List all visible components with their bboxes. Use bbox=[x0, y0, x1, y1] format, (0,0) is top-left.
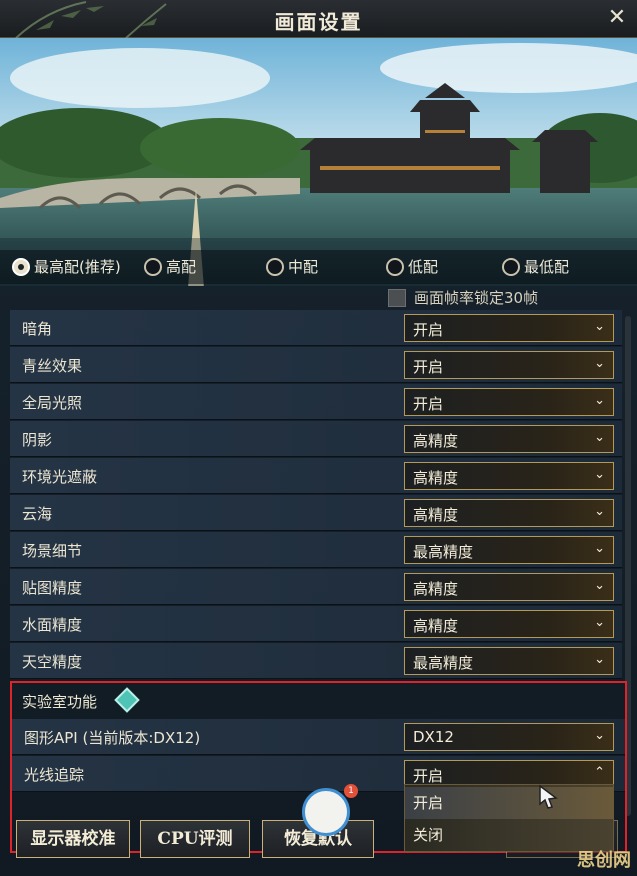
setting-row-graphics-api: 图形API (当前版本:DX12) DX12 ⌄ bbox=[12, 719, 625, 755]
setting-label: 贴图精度 bbox=[22, 579, 83, 597]
dropdown-value: 高精度 bbox=[413, 469, 459, 487]
teacup-icon[interactable] bbox=[302, 788, 350, 836]
setting-label: 云海 bbox=[22, 505, 53, 523]
chevron-down-icon: ⌄ bbox=[594, 467, 605, 482]
fps-lock-label: 画面帧率锁定30帧 bbox=[414, 289, 539, 307]
dropdown-value: DX12 bbox=[413, 728, 454, 746]
setting-row-vignette: 暗角 开启 ⌄ bbox=[10, 310, 622, 346]
close-button[interactable]: ✕ bbox=[605, 6, 629, 30]
close-icon: ✕ bbox=[607, 5, 627, 30]
radio-icon bbox=[144, 257, 162, 276]
dropdown-value: 开启 bbox=[413, 358, 444, 376]
title-bar: 画面设置 ✕ bbox=[0, 0, 637, 38]
ray-tracing-menu: 开启 关闭 bbox=[404, 784, 614, 852]
notification-badge: 1 bbox=[344, 784, 358, 798]
display-calibrate-button[interactable]: 显示器校准 bbox=[16, 820, 130, 858]
chevron-down-icon: ⌄ bbox=[594, 504, 605, 519]
dropdown-value: 最高精度 bbox=[413, 543, 474, 561]
setting-dropdown[interactable]: 高精度 ⌄ bbox=[404, 610, 614, 638]
lab-header: 实验室功能 bbox=[12, 683, 625, 719]
setting-dropdown[interactable]: 高精度 ⌄ bbox=[404, 425, 614, 453]
chevron-up-icon: ⌃ bbox=[594, 765, 605, 780]
setting-row-hair: 青丝效果 开启 ⌄ bbox=[10, 347, 622, 383]
chevron-down-icon: ⌄ bbox=[594, 541, 605, 556]
chevron-down-icon: ⌄ bbox=[594, 652, 605, 667]
chevron-down-icon: ⌄ bbox=[594, 356, 605, 371]
setting-dropdown[interactable]: 开启 ⌄ bbox=[404, 388, 614, 416]
dropdown-value: 高精度 bbox=[413, 506, 459, 524]
setting-dropdown[interactable]: 最高精度 ⌄ bbox=[404, 647, 614, 675]
setting-label: 场景细节 bbox=[22, 542, 83, 560]
setting-row-texture: 贴图精度 高精度 ⌄ bbox=[10, 569, 622, 605]
fps-lock-checkbox[interactable] bbox=[388, 288, 406, 307]
preset-label: 高配 bbox=[166, 258, 197, 276]
quality-presets: 最高配(推荐) 高配 中配 低配 最低配 bbox=[0, 250, 637, 284]
scene-preview-image bbox=[0, 38, 637, 286]
preset-label: 最高配(推荐) bbox=[34, 258, 121, 276]
radio-selected-icon bbox=[12, 257, 30, 276]
dropdown-value: 最高精度 bbox=[413, 654, 474, 672]
setting-dropdown[interactable]: 开启 ⌄ bbox=[404, 314, 614, 342]
chevron-down-icon: ⌄ bbox=[594, 578, 605, 593]
dropdown-value: 开启 bbox=[413, 321, 444, 339]
setting-dropdown[interactable]: DX12 ⌄ bbox=[404, 723, 614, 751]
radio-icon bbox=[386, 257, 404, 276]
chevron-down-icon: ⌄ bbox=[594, 319, 605, 334]
setting-row-scene-detail: 场景细节 最高精度 ⌄ bbox=[10, 532, 622, 568]
setting-label: 水面精度 bbox=[22, 616, 83, 634]
chevron-down-icon: ⌄ bbox=[594, 393, 605, 408]
setting-row-water: 水面精度 高精度 ⌄ bbox=[10, 606, 622, 642]
radio-icon bbox=[266, 257, 284, 276]
setting-dropdown[interactable]: 开启 ⌄ bbox=[404, 351, 614, 379]
preset-label: 低配 bbox=[408, 258, 439, 276]
dropdown-value: 开启 bbox=[413, 395, 444, 413]
fps-lock-toggle[interactable]: 画面帧率锁定30帧 bbox=[388, 287, 538, 308]
setting-dropdown[interactable]: 高精度 ⌄ bbox=[404, 462, 614, 490]
setting-row-shadow: 阴影 高精度 ⌄ bbox=[10, 421, 622, 457]
settings-list: 暗角 开启 ⌄ 青丝效果 开启 ⌄ 全局光照 开启 ⌄ 阴影 高精度 ⌄ 环境光… bbox=[0, 308, 637, 680]
chevron-down-icon: ⌄ bbox=[594, 728, 605, 743]
cursor-icon bbox=[539, 784, 558, 809]
setting-dropdown[interactable]: 高精度 ⌄ bbox=[404, 573, 614, 601]
setting-label: 阴影 bbox=[22, 431, 53, 449]
settings-window: 画面设置 ✕ 最高配(推荐) 高配 中配 低配 最低配 画面帧率锁定30帧 暗角… bbox=[0, 0, 637, 876]
preset-lowest[interactable]: 最低配 bbox=[502, 256, 569, 277]
preset-label: 最低配 bbox=[524, 258, 570, 276]
preset-low[interactable]: 低配 bbox=[386, 256, 438, 277]
setting-row-ambient-occlusion: 环境光遮蔽 高精度 ⌄ bbox=[10, 458, 622, 494]
setting-label: 环境光遮蔽 bbox=[22, 468, 98, 486]
dropdown-value: 开启 bbox=[413, 767, 444, 785]
watermark: 思创网 bbox=[577, 850, 631, 871]
dropdown-value: 高精度 bbox=[413, 432, 459, 450]
setting-dropdown[interactable]: 高精度 ⌄ bbox=[404, 499, 614, 527]
chevron-down-icon: ⌄ bbox=[594, 430, 605, 445]
radio-icon bbox=[502, 257, 520, 276]
preset-high[interactable]: 高配 bbox=[144, 256, 196, 277]
setting-row-global-illumination: 全局光照 开启 ⌄ bbox=[10, 384, 622, 420]
menu-option-on[interactable]: 开启 bbox=[405, 787, 613, 819]
chevron-down-icon: ⌄ bbox=[594, 615, 605, 630]
setting-label: 天空精度 bbox=[22, 653, 83, 671]
cpu-test-button[interactable]: CPU评测 bbox=[140, 820, 250, 858]
setting-label: 暗角 bbox=[22, 320, 53, 338]
preset-highest[interactable]: 最高配(推荐) bbox=[12, 256, 121, 277]
dropdown-value: 高精度 bbox=[413, 580, 459, 598]
setting-dropdown[interactable]: 最高精度 ⌄ bbox=[404, 536, 614, 564]
diamond-icon bbox=[114, 687, 140, 713]
setting-label: 全局光照 bbox=[22, 394, 83, 412]
setting-label: 青丝效果 bbox=[22, 357, 83, 375]
setting-label: 图形API (当前版本:DX12) bbox=[24, 729, 201, 747]
setting-row-sky: 天空精度 最高精度 ⌄ bbox=[10, 643, 622, 679]
setting-label: 光线追踪 bbox=[24, 766, 85, 784]
setting-row-cloud-sea: 云海 高精度 ⌄ bbox=[10, 495, 622, 531]
preset-label: 中配 bbox=[288, 258, 319, 276]
lab-title: 实验室功能 bbox=[22, 693, 98, 711]
window-title: 画面设置 bbox=[274, 10, 363, 34]
preset-medium[interactable]: 中配 bbox=[266, 256, 318, 277]
dropdown-value: 高精度 bbox=[413, 617, 459, 635]
